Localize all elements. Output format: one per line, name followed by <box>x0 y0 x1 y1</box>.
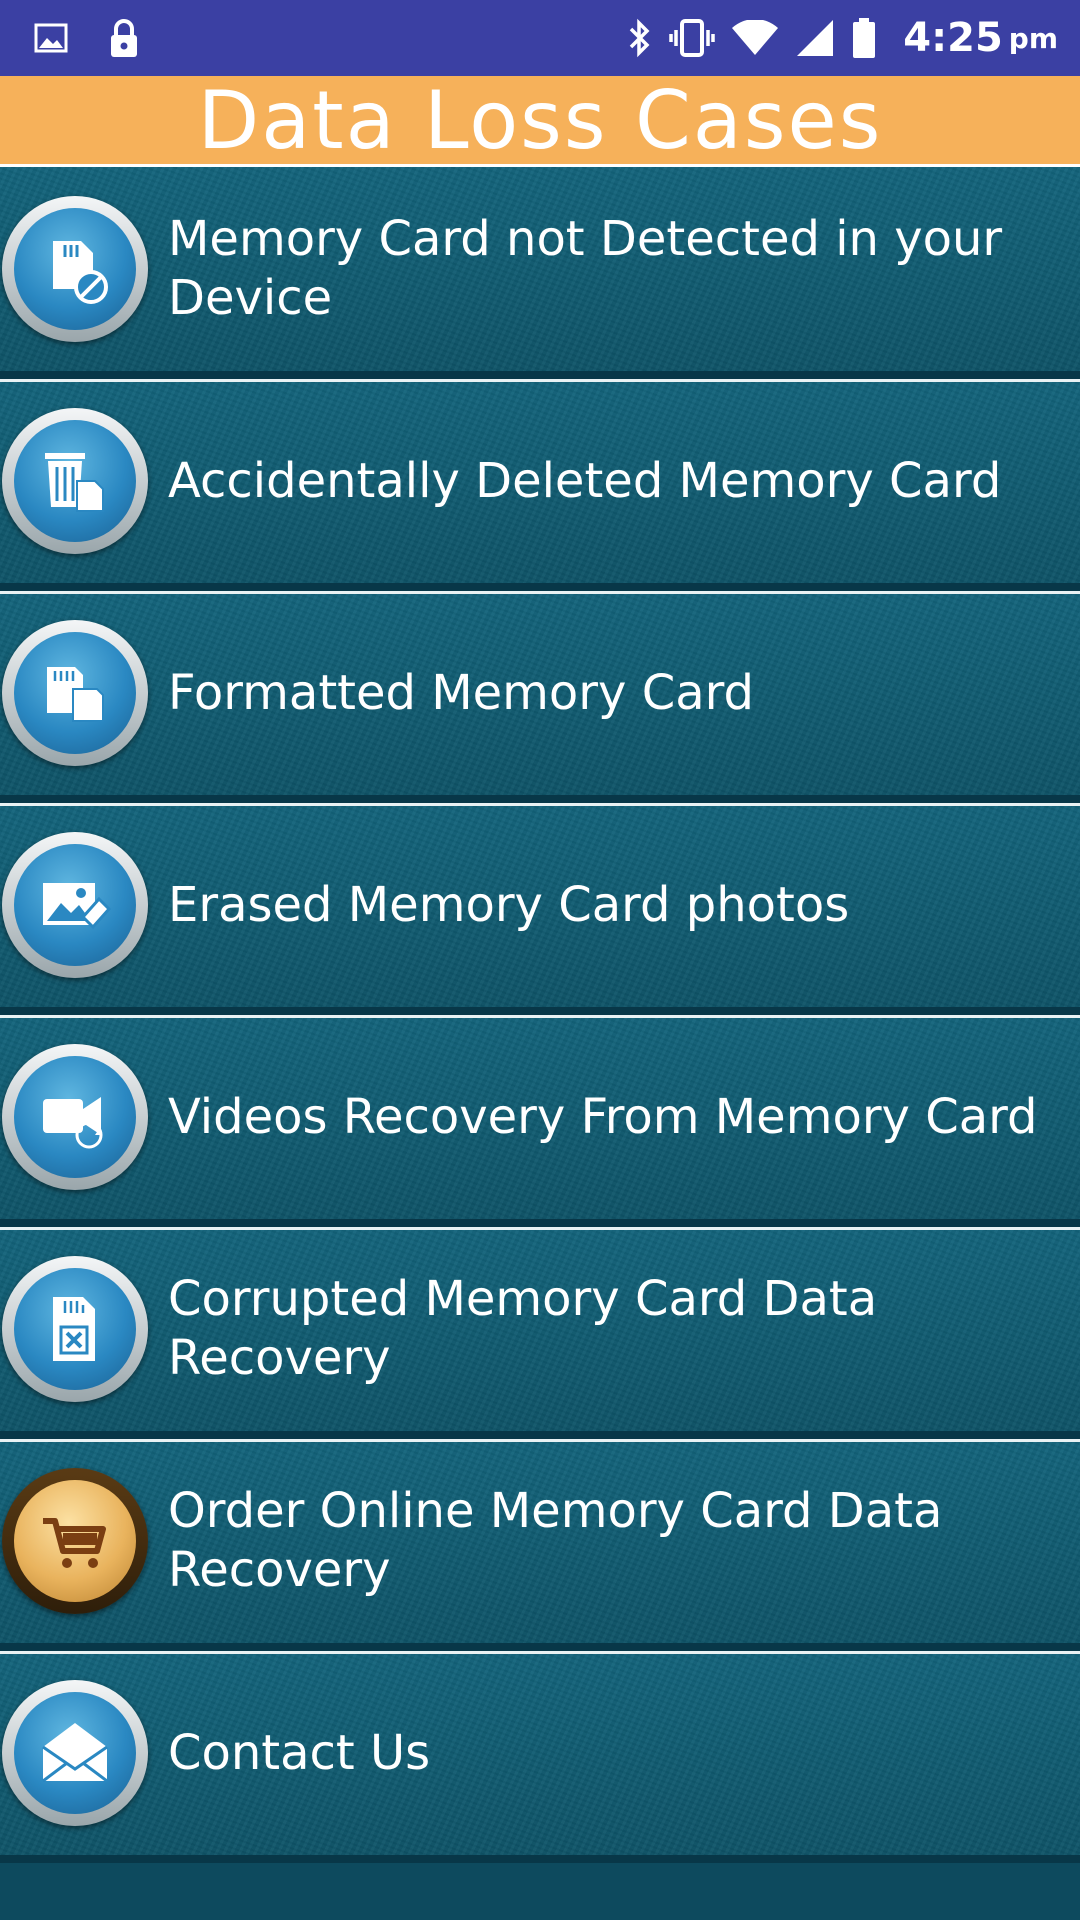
list-item-erased-photos[interactable]: Erased Memory Card photos <box>0 803 1080 1015</box>
bluetooth-icon <box>627 18 653 58</box>
status-time: 4:25 pm <box>903 15 1058 61</box>
shopping-cart-icon <box>2 1468 148 1614</box>
case-list: Memory Card not Detected in your Device … <box>0 167 1080 1863</box>
battery-icon <box>851 17 877 59</box>
corrupted-card-icon <box>2 1256 148 1402</box>
list-item-order-online[interactable]: Order Online Memory Card Data Recovery <box>0 1439 1080 1651</box>
list-item-label: Erased Memory Card photos <box>168 876 850 933</box>
list-item-label: Formatted Memory Card <box>168 664 754 721</box>
mail-icon <box>2 1680 148 1826</box>
wifi-icon <box>731 20 779 56</box>
list-item-label: Memory Card not Detected in your Device <box>168 211 1003 326</box>
list-item-label: Order Online Memory Card Data Recovery <box>168 1483 943 1598</box>
erased-photo-icon <box>2 832 148 978</box>
list-item-label: Contact Us <box>168 1724 431 1781</box>
status-time-value: 4:25 <box>903 15 1003 61</box>
trash-card-icon <box>2 408 148 554</box>
list-item-accidentally-deleted[interactable]: Accidentally Deleted Memory Card <box>0 379 1080 591</box>
list-item-videos-recovery[interactable]: Videos Recovery From Memory Card <box>0 1015 1080 1227</box>
lock-icon <box>108 18 140 58</box>
sd-card-disabled-icon <box>2 196 148 342</box>
format-card-icon <box>2 620 148 766</box>
list-item-label: Corrupted Memory Card Data Recovery <box>168 1271 878 1386</box>
status-bar: 4:25 pm <box>0 0 1080 76</box>
app-header: Data Loss Cases <box>0 73 1080 167</box>
list-item-formatted[interactable]: Formatted Memory Card <box>0 591 1080 803</box>
signal-icon <box>795 18 835 58</box>
status-time-ampm: pm <box>1008 21 1058 55</box>
list-item-label: Videos Recovery From Memory Card <box>168 1088 1038 1145</box>
vibrate-icon <box>669 18 716 58</box>
page-title: Data Loss Cases <box>197 73 883 167</box>
list-item-contact-us[interactable]: Contact Us <box>0 1651 1080 1863</box>
list-item-label: Accidentally Deleted Memory Card <box>168 452 1002 509</box>
image-icon <box>34 23 68 53</box>
list-item-card-not-detected[interactable]: Memory Card not Detected in your Device <box>0 167 1080 379</box>
list-item-corrupted-recovery[interactable]: Corrupted Memory Card Data Recovery <box>0 1227 1080 1439</box>
video-recover-icon <box>2 1044 148 1190</box>
